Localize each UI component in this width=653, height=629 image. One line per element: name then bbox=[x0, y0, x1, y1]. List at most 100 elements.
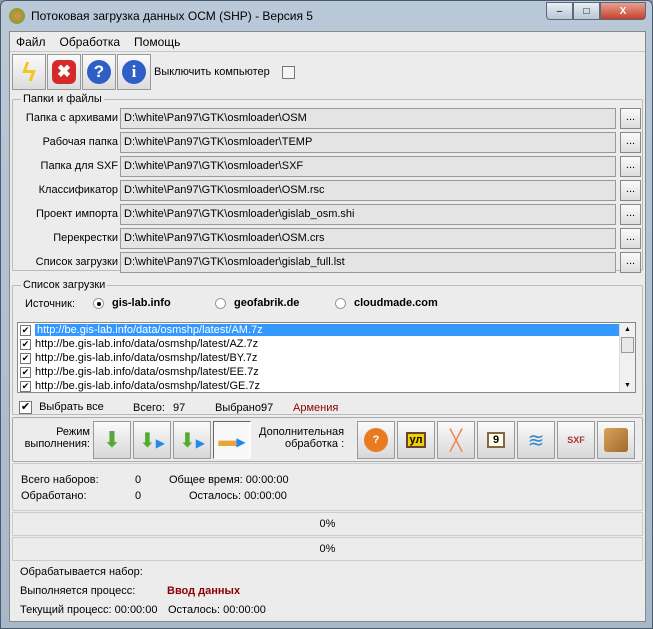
extra-label: Дополнительная обработка : bbox=[259, 426, 345, 450]
folder-path-input[interactable]: D:\white\Pan97\GTK\osmloader\TEMP bbox=[120, 132, 616, 153]
extra-query-button[interactable]: ? bbox=[357, 421, 395, 459]
sxf-icon: SXF bbox=[567, 435, 585, 445]
help-button[interactable]: ? bbox=[82, 54, 116, 90]
extra-numbers-button[interactable]: 9 bbox=[477, 421, 515, 459]
maximize-button[interactable]: □ bbox=[573, 2, 600, 20]
current-region-name: Армения bbox=[293, 402, 339, 414]
list-scrollbar[interactable]: ▲ ▼ bbox=[619, 323, 635, 392]
source-gislab-label: gis-lab.info bbox=[112, 297, 171, 309]
extra-crossroads-button[interactable]: ╳ bbox=[437, 421, 475, 459]
info-button[interactable]: i bbox=[117, 54, 151, 90]
current-process-time: Текущий процесс: 00:00:00 bbox=[20, 604, 158, 616]
menu-bar: Файл Обработка Помощь bbox=[10, 32, 645, 52]
browse-button[interactable]: ... bbox=[620, 108, 641, 129]
stats-panel: Всего наборов: 0 Общее время: 00:00:00 О… bbox=[12, 463, 643, 511]
check-icon[interactable]: ✔ bbox=[20, 380, 31, 392]
extra-layers-button[interactable]: ≋ bbox=[517, 421, 555, 459]
browse-button[interactable]: ... bbox=[620, 204, 641, 225]
menu-help[interactable]: Помощь bbox=[134, 35, 180, 49]
download-process-icon: ⬇▶ bbox=[179, 429, 205, 452]
source-geofabrik-label: geofabrik.de bbox=[234, 297, 300, 309]
scroll-up-icon[interactable]: ▲ bbox=[620, 326, 635, 333]
folder-row: Проект импорта D:\white\Pan97\GTK\osmload… bbox=[13, 204, 642, 226]
download-list[interactable]: ✔ http://be.gis-lab.info/data/osmshp/late… bbox=[17, 322, 636, 393]
folders-group: Папки и файлы Папка с архивами D:\white\P… bbox=[12, 93, 643, 274]
total-label: Всего: bbox=[133, 402, 165, 414]
menu-processing[interactable]: Обработка bbox=[60, 35, 121, 49]
minimize-button[interactable]: – bbox=[546, 2, 573, 20]
radio-icon bbox=[215, 297, 226, 309]
folder-label: Проект импорта bbox=[36, 208, 118, 220]
scroll-thumb[interactable] bbox=[621, 337, 634, 353]
source-cloudmade-radio[interactable]: cloudmade.com bbox=[335, 297, 438, 309]
lightning-icon: ϟ bbox=[22, 56, 36, 87]
mode-download-convert-button[interactable]: ⬇▶ bbox=[133, 421, 171, 459]
download-title: Список загрузки bbox=[21, 279, 108, 291]
source-gislab-radio[interactable]: gis-lab.info bbox=[93, 297, 171, 309]
browse-button[interactable]: ... bbox=[620, 132, 641, 153]
folder-path-input[interactable]: D:\white\Pan97\GTK\osmloader\gislab_full… bbox=[120, 252, 616, 273]
folder-row: Список загрузки D:\white\Pan97\GTK\osmloa… bbox=[13, 252, 642, 274]
check-icon[interactable]: ✔ bbox=[20, 366, 31, 378]
mode-label: Режим выполнения: bbox=[24, 426, 90, 450]
browse-button[interactable]: ... bbox=[620, 180, 641, 201]
list-item-url: http://be.gis-lab.info/data/osmshp/lates… bbox=[35, 324, 619, 336]
folder-label: Рабочая папка bbox=[42, 136, 118, 148]
folder-path-input[interactable]: D:\white\Pan97\GTK\osmloader\OSM.crs bbox=[120, 228, 616, 249]
folder-path-input[interactable]: D:\white\Pan97\GTK\osmloader\OSM.rsc bbox=[120, 180, 616, 201]
list-item[interactable]: ✔ http://be.gis-lab.info/data/osmshp/late… bbox=[18, 379, 619, 392]
folder-label: Папка для SXF bbox=[40, 160, 118, 172]
folder-row: Папка для SXF D:\white\Pan97\GTK\osmloade… bbox=[13, 156, 642, 178]
check-icon[interactable]: ✔ bbox=[20, 324, 31, 336]
window-title: Потоковая загрузка данных ОСМ (SHP) - Ве… bbox=[31, 9, 313, 23]
stop-button[interactable]: ✖ bbox=[47, 54, 81, 90]
folder-path-input[interactable]: D:\white\Pan97\GTK\osmloader\OSM bbox=[120, 108, 616, 129]
selected-label: Выбрано: bbox=[215, 402, 265, 414]
extra-streets-button[interactable]: ул bbox=[397, 421, 435, 459]
scroll-down-icon[interactable]: ▼ bbox=[620, 382, 635, 389]
start-button[interactable]: ϟ bbox=[12, 54, 46, 90]
list-item-url: http://be.gis-lab.info/data/osmshp/lates… bbox=[35, 352, 258, 364]
app-window: Потоковая загрузка данных ОСМ (SHP) - Ве… bbox=[0, 0, 653, 629]
mode-process-button[interactable]: ▬▶ bbox=[213, 421, 251, 459]
list-item[interactable]: ✔ http://be.gis-lab.info/data/osmshp/late… bbox=[18, 323, 619, 337]
select-all-label: Выбрать все bbox=[39, 401, 104, 413]
list-item[interactable]: ✔ http://be.gis-lab.info/data/osmshp/late… bbox=[18, 351, 619, 365]
progress-bar-current: 0% bbox=[12, 537, 643, 561]
progress-bar-total: 0% bbox=[12, 512, 643, 536]
folder-row: Рабочая папка D:\white\Pan97\GTK\osmloade… bbox=[13, 132, 642, 154]
download-folder-icon: ⬇ bbox=[102, 427, 122, 452]
source-geofabrik-radio[interactable]: geofabrik.de bbox=[215, 297, 299, 309]
folder-path-input[interactable]: D:\white\Pan97\GTK\osmloader\SXF bbox=[120, 156, 616, 177]
sets-value: 0 bbox=[135, 474, 142, 486]
browse-button[interactable]: ... bbox=[620, 228, 641, 249]
folder-label: Папка с архивами bbox=[25, 112, 118, 124]
check-icon[interactable]: ✔ bbox=[20, 352, 31, 364]
browse-button[interactable]: ... bbox=[620, 252, 641, 273]
progress-current-text: 0% bbox=[319, 543, 336, 555]
mode-download-button[interactable]: ⬇ bbox=[93, 421, 131, 459]
extra-sxf-button[interactable]: SXF bbox=[557, 421, 595, 459]
shutdown-checkbox[interactable] bbox=[281, 65, 295, 79]
left-time: Осталось: 00:00:00 bbox=[189, 490, 287, 502]
list-item[interactable]: ✔ http://be.gis-lab.info/data/osmshp/late… bbox=[18, 337, 619, 351]
browse-button[interactable]: ... bbox=[620, 156, 641, 177]
folder-label: Список загрузки bbox=[35, 256, 118, 268]
extra-package-button[interactable] bbox=[597, 421, 635, 459]
close-button[interactable]: X bbox=[600, 2, 646, 20]
list-item[interactable]: ✔ http://be.gis-lab.info/data/osmshp/late… bbox=[18, 365, 619, 379]
radio-icon bbox=[93, 297, 104, 309]
radio-icon bbox=[335, 297, 346, 309]
process-left-time: Осталось: 00:00:00 bbox=[168, 604, 266, 616]
select-all-checkbox[interactable]: ✔ Выбрать все bbox=[19, 401, 104, 414]
check-icon[interactable]: ✔ bbox=[20, 338, 31, 350]
mode-download-process-button[interactable]: ⬇▶ bbox=[173, 421, 211, 459]
process-value: Ввод данных bbox=[167, 585, 241, 597]
folder-row: Папка с архивами D:\white\Pan97\GTK\osmlo… bbox=[13, 108, 642, 130]
folder-path-input[interactable]: D:\white\Pan97\GTK\osmloader\gislab_osm.… bbox=[120, 204, 616, 225]
download-group: Список загрузки Источник: gis-lab.info g… bbox=[12, 279, 643, 415]
folder-play-icon: ▬▶ bbox=[218, 429, 246, 450]
menu-file[interactable]: Файл bbox=[16, 35, 46, 49]
shutdown-label: Выключить компьютер bbox=[154, 66, 270, 78]
query-icon: ? bbox=[364, 428, 388, 452]
